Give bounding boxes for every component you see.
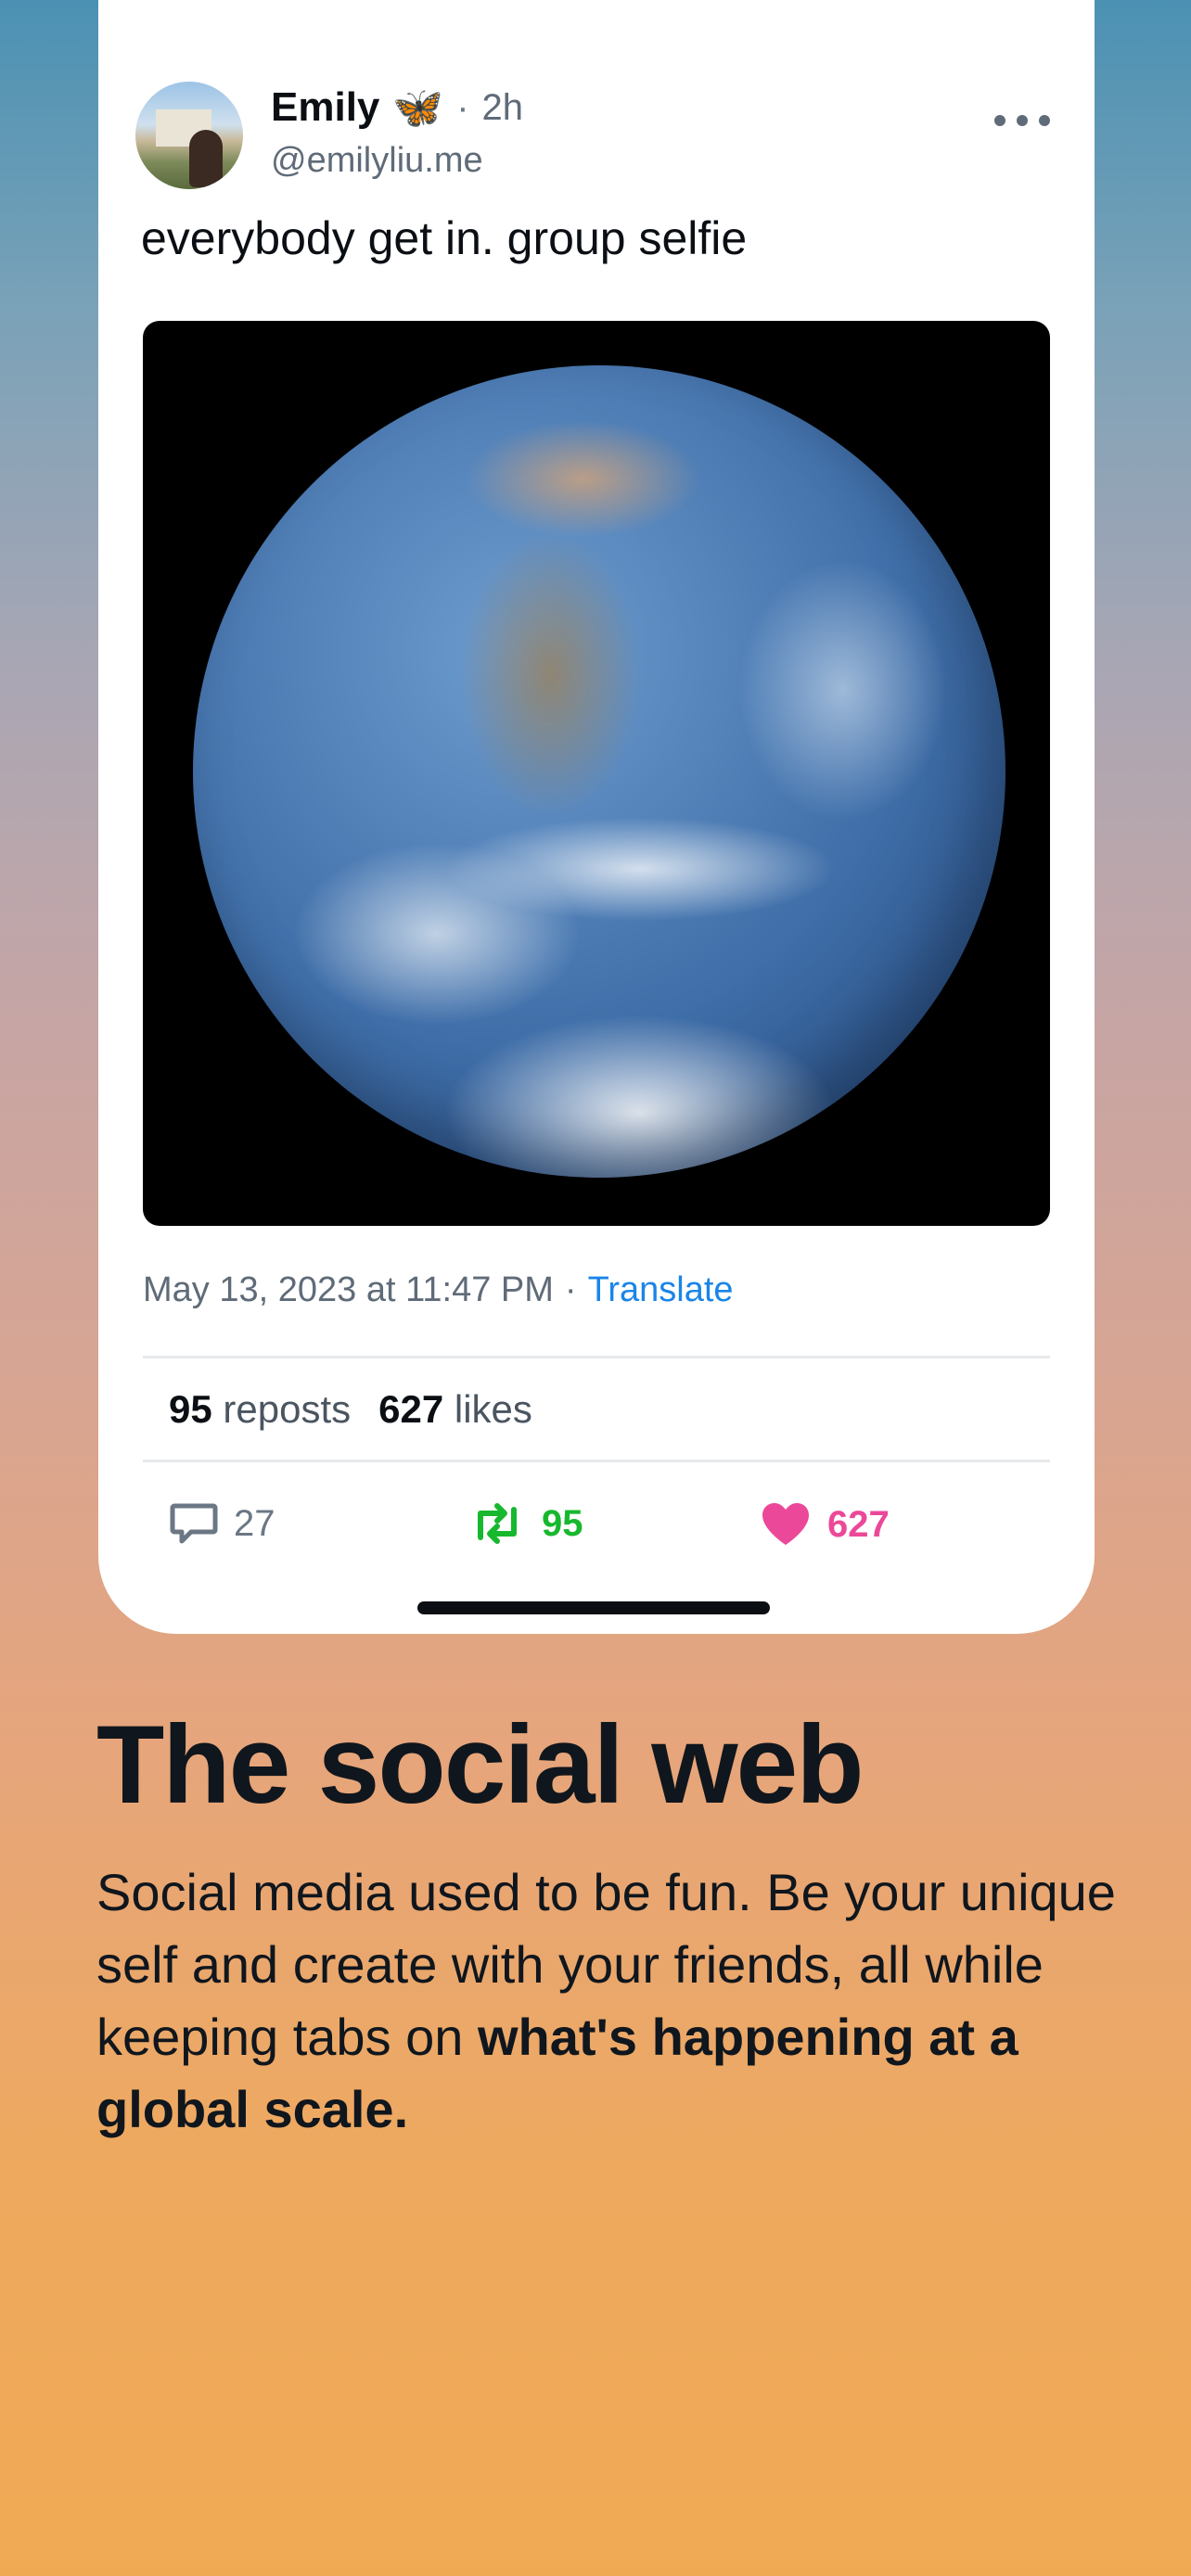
divider [143,1356,1050,1358]
post-stats: 95 reposts 627 likes [169,1387,532,1432]
avatar-person-shape [189,130,223,187]
more-icon[interactable] [994,109,1050,132]
translate-link[interactable]: Translate [588,1270,734,1310]
repost-icon [478,1503,517,1544]
promo-headline: The social web [96,1702,864,1827]
like-button[interactable]: 627 [759,1500,890,1549]
post-actions: 27 95 627 [169,1500,1004,1565]
butterfly-emoji: 🦋 [392,85,444,131]
author-name[interactable]: Emily [271,84,379,131]
likes-count: 627 [378,1387,444,1431]
reply-icon [170,1503,218,1544]
reposts-stat[interactable]: 95 reposts [169,1387,351,1432]
post-meta: May 13, 2023 at 11:47 PM · Translate [143,1270,734,1310]
reply-button[interactable]: 27 [169,1500,275,1547]
post-timestamp: May 13, 2023 at 11:47 PM [143,1270,554,1309]
meta-separator: · [564,1270,577,1309]
home-indicator [417,1601,770,1614]
likes-label: likes [454,1387,532,1431]
author-handle[interactable]: @emilyliu.me [271,141,483,181]
likes-stat[interactable]: 627 likes [378,1387,532,1432]
divider [143,1460,1050,1462]
repost-button[interactable]: 95 [467,1500,583,1547]
reply-count: 27 [234,1502,275,1544]
post-age: 2h [481,86,524,128]
repost-count: 95 [542,1502,583,1544]
author-row: Emily 🦋 · 2h [271,80,523,135]
separator-dot: · [456,86,469,128]
like-count: 627 [827,1503,890,1545]
reposts-count: 95 [169,1387,212,1431]
post-card: Emily 🦋 · 2h @emilyliu.me everybody get … [98,0,1095,1634]
promo-body: Social media used to be fun. Be your uni… [96,1856,1117,2146]
reposts-label: reposts [223,1387,352,1431]
heart-icon [762,1503,809,1545]
post-text: everybody get in. group selfie [141,212,748,264]
post-image[interactable] [143,321,1050,1226]
earth-image [193,365,1005,1178]
avatar[interactable] [135,82,243,189]
